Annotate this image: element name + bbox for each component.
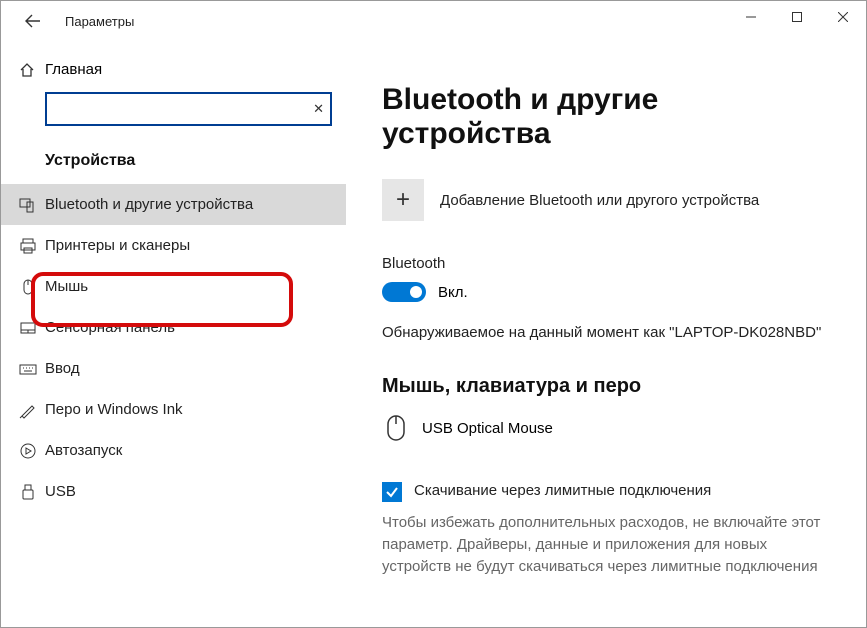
metered-description: Чтобы избежать дополнительных расходов, … — [382, 512, 830, 577]
toggle-state-label: Вкл. — [438, 284, 468, 301]
check-icon — [385, 485, 399, 499]
plus-icon: + — [382, 179, 424, 221]
maximize-button[interactable] — [774, 1, 820, 33]
sidebar-item-typing[interactable]: Ввод — [1, 348, 346, 389]
sidebar-item-label: Bluetooth и другие устройства — [45, 196, 253, 213]
toggle-knob — [410, 286, 422, 298]
sidebar-item-bluetooth[interactable]: Bluetooth и другие устройства — [1, 184, 346, 225]
metered-label: Скачивание через лимитные подключения — [414, 482, 711, 499]
sidebar-home-label: Главная — [45, 61, 102, 78]
sidebar-item-pen[interactable]: Перо и Windows Ink — [1, 389, 346, 430]
sidebar-item-usb[interactable]: USB — [1, 471, 346, 512]
sidebar-item-label: Ввод — [45, 360, 80, 377]
mouse-icon — [19, 278, 37, 296]
page-title: Bluetooth и другие устройства — [382, 83, 830, 151]
mouse-device-icon — [382, 414, 410, 442]
close-button[interactable] — [820, 1, 866, 33]
sidebar-item-label: Принтеры и сканеры — [45, 237, 190, 254]
search-clear-icon[interactable]: ✕ — [313, 101, 324, 117]
sidebar-item-label: USB — [45, 483, 76, 500]
keyboard-icon — [19, 360, 37, 378]
bluetooth-toggle[interactable] — [382, 282, 426, 302]
home-icon — [19, 62, 35, 78]
back-button[interactable] — [17, 5, 49, 37]
sidebar-item-autoplay[interactable]: Автозапуск — [1, 430, 346, 471]
sidebar-item-mouse[interactable]: Мышь — [1, 266, 346, 307]
window-title: Параметры — [65, 14, 134, 29]
sidebar-home[interactable]: Главная — [1, 53, 346, 92]
search-input[interactable] — [45, 92, 332, 126]
arrow-left-icon — [25, 13, 41, 29]
sidebar-item-printers[interactable]: Принтеры и сканеры — [1, 225, 346, 266]
sidebar-item-label: Мышь — [45, 278, 88, 295]
printer-icon — [19, 237, 37, 255]
usb-icon — [19, 483, 37, 501]
sidebar-item-label: Перо и Windows Ink — [45, 401, 183, 418]
device-name: USB Optical Mouse — [422, 420, 553, 437]
section-mouse-heading: Мышь, клавиатура и перо — [382, 375, 830, 398]
sidebar-item-label: Автозапуск — [45, 442, 122, 459]
bluetooth-label: Bluetooth — [382, 255, 830, 272]
device-row[interactable]: USB Optical Mouse — [382, 414, 830, 442]
add-device-button[interactable]: + Добавление Bluetooth или другого устро… — [382, 179, 830, 221]
add-device-label: Добавление Bluetooth или другого устройс… — [440, 192, 759, 209]
sidebar-item-label: Сенсорная панель — [45, 319, 175, 336]
sidebar: Главная ✕ Устройства Bluetooth и другие … — [1, 41, 346, 627]
discoverable-text: Обнаруживаемое на данный момент как "LAP… — [382, 324, 830, 341]
autoplay-icon — [19, 442, 37, 460]
pen-icon — [19, 401, 37, 419]
sidebar-item-touchpad[interactable]: Сенсорная панель — [1, 307, 346, 348]
touchpad-icon — [19, 319, 37, 337]
sidebar-section-header: Устройства — [1, 144, 346, 184]
minimize-button[interactable] — [728, 1, 774, 33]
metered-checkbox[interactable] — [382, 482, 402, 502]
devices-icon — [19, 196, 37, 214]
main-content: Bluetooth и другие устройства + Добавлен… — [346, 41, 866, 627]
